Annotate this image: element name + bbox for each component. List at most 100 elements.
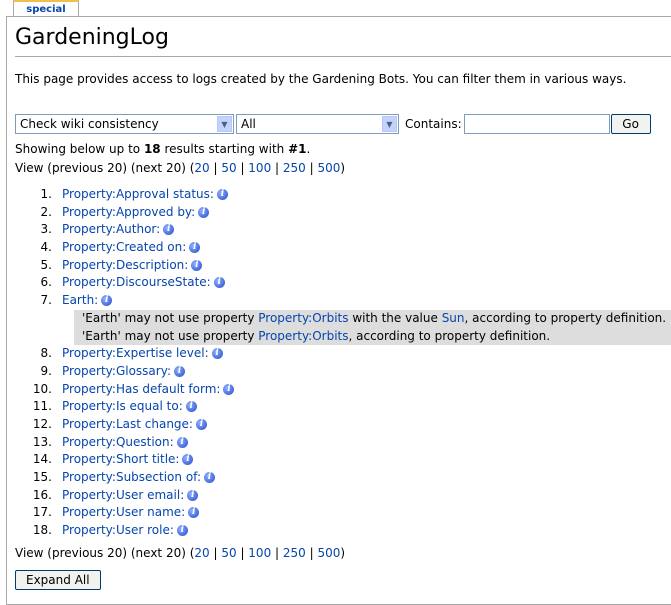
item-link[interactable]: Property:DiscourseState: [62,275,211,289]
pager-separator: | [271,161,283,175]
summary-middle: results starting with [160,142,289,156]
type-select-value: All [241,117,256,131]
type-select[interactable]: All ▼ [236,114,399,134]
pager-prefix: View (previous 20) (next 20) ( [15,546,195,560]
item-number: 1. [40,187,52,201]
info-icon[interactable]: i [176,436,188,448]
info-icon[interactable]: i [187,489,199,501]
item-link[interactable]: Property:Author: [62,222,160,236]
info-icon[interactable]: i [213,277,225,289]
info-icon[interactable]: i [163,224,175,236]
intro-text: This page provides access to logs create… [15,72,627,86]
limit-link-100[interactable]: 100 [248,546,271,560]
info-icon[interactable]: i [195,418,207,430]
item-number: 11. [32,399,52,414]
detail-text: with the value [348,310,442,325]
item-link[interactable]: Property:Approved by: [62,205,195,219]
info-icon[interactable]: i [211,348,223,360]
list-item: 6. Property:DiscourseState: i [15,274,671,292]
go-button[interactable]: Go [610,114,651,134]
bot-select[interactable]: Check wiki consistency ▼ [15,114,234,134]
item-link[interactable]: Property:Subsection of: [62,470,201,484]
result-start: #1 [288,142,307,156]
summary-prefix: Showing below up to [15,142,144,156]
item-link[interactable]: Property:Description: [62,258,188,272]
limit-link-250[interactable]: 250 [283,161,306,175]
item-link[interactable]: Property:User role: [62,523,174,537]
item-link[interactable]: Property:Last change: [62,417,193,431]
info-icon[interactable]: i [101,295,113,307]
info-icon[interactable]: i [189,242,201,254]
item-number: 3. [40,222,52,237]
item-number: 17. [32,505,52,520]
log-detail-row: 'Earth' may not use property Property:Or… [74,327,671,346]
list-item: 16. Property:User email: i [15,487,671,505]
chevron-down-icon[interactable]: ▼ [217,116,232,132]
info-icon[interactable]: i [191,259,203,271]
tab-special[interactable]: special [13,0,79,16]
info-icon[interactable]: i [173,365,185,377]
summary-suffix: . [306,142,311,156]
limit-link-100[interactable]: 100 [248,161,271,175]
info-icon[interactable]: i [198,206,210,218]
item-number: 14. [32,452,52,467]
item-link[interactable]: Property:User name: [62,505,185,519]
info-icon[interactable]: i [182,454,194,466]
item-link[interactable]: Property:User email: [62,488,184,502]
item-number: 13. [32,434,52,449]
contains-input[interactable] [463,114,610,134]
item-link[interactable]: Property:Short title: [62,452,179,466]
result-list: 1. Property:Approval status: i 2. Property:A… [15,186,671,540]
limit-link-20[interactable]: 20 [194,161,209,175]
info-icon[interactable]: i [185,401,197,413]
item-link[interactable]: Property:Glossary: [62,364,171,378]
list-item: 12. Property:Last change: i [15,416,671,434]
list-item: 2. Property:Approved by: i [15,204,671,222]
filter-bar: Check wiki consistency ▼ All ▼ Contains:… [15,114,651,134]
limit-link-20[interactable]: 20 [194,546,209,560]
list-item: 10. Property:Has default form: i [15,381,671,399]
info-icon[interactable]: i [223,383,235,395]
item-number: 16. [32,487,52,502]
limit-link-50[interactable]: 50 [221,161,236,175]
item-number: 12. [32,416,52,431]
list-item: 3. Property:Author: i [15,221,671,239]
limit-link-500[interactable]: 500 [317,161,340,175]
limit-link-250[interactable]: 250 [283,546,306,560]
list-item: 8. Property:Expertise level: i [15,345,671,363]
item-number: 5. [40,257,52,272]
list-item: 9. Property:Glossary: i [15,363,671,381]
expand-all-button[interactable]: Expand All [15,570,101,590]
item-link[interactable]: Property:Has default form: [62,382,220,396]
value-link[interactable]: Sun [442,311,465,325]
pager-prefix: View (previous 20) (next 20) ( [15,161,195,175]
limit-link-500[interactable]: 500 [317,546,340,560]
info-icon[interactable]: i [216,189,228,200]
chevron-down-icon[interactable]: ▼ [382,116,397,132]
item-link[interactable]: Property:Expertise level: [62,346,209,360]
property-link[interactable]: Property:Orbits [258,311,348,325]
item-number: 2. [40,204,52,219]
info-icon[interactable]: i [176,525,188,537]
item-link[interactable]: Property:Created on: [62,240,186,254]
info-icon[interactable]: i [188,507,200,519]
list-item: 7. Earth: i [15,292,671,310]
item-link[interactable]: Property:Question: [62,435,174,449]
list-item: 1. Property:Approval status: i [15,186,671,204]
item-number: 9. [40,363,52,378]
item-link[interactable]: Property:Approval status: [62,187,214,201]
list-item: 18. Property:User role: i [15,522,671,540]
list-item: 15. Property:Subsection of: i [15,469,671,487]
info-icon[interactable]: i [204,472,216,483]
pager-separator: | [236,161,249,175]
property-link[interactable]: Property:Orbits [258,329,348,343]
limit-link-50[interactable]: 50 [221,546,236,560]
pager-separator: | [236,546,249,560]
item-link[interactable]: Earth: [62,293,98,307]
item-number: 18. [32,523,52,538]
item-link[interactable]: Property:Is equal to: [62,399,183,413]
list-item: 5. Property:Description: i [15,257,671,275]
item-number: 8. [40,346,52,361]
bot-select-value: Check wiki consistency [20,117,159,131]
detail-text: , according to property definition. [464,310,667,325]
